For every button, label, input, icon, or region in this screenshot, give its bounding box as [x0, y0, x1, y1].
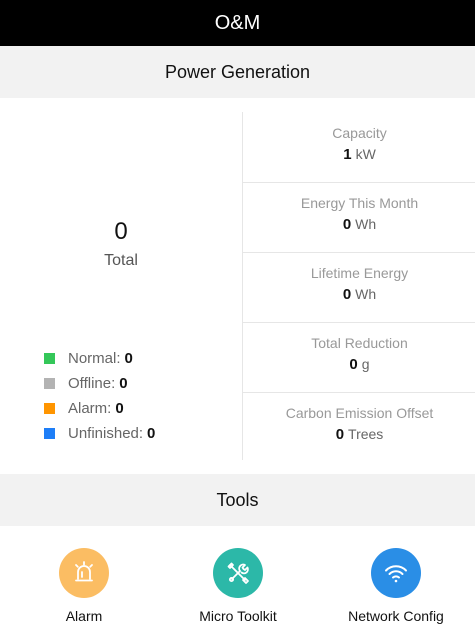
title-bar: O&M: [0, 0, 475, 46]
metric-value: 0: [349, 356, 358, 373]
metric-carbon-emission-offset: Carbon Emission Offset 0 Trees: [243, 392, 475, 462]
metric-value: 0: [335, 426, 345, 443]
legend-item-unfinished: Unfinished: 0: [44, 421, 155, 446]
legend-label: Unfinished:: [68, 425, 144, 442]
metric-label: Carbon Emission Offset: [285, 405, 434, 421]
tool-alarm[interactable]: Alarm: [14, 548, 154, 624]
total-count: 0: [114, 218, 128, 245]
metric-lifetime-energy: Lifetime Energy 0 Wh: [243, 252, 475, 323]
metric-value: 0: [342, 216, 352, 233]
normal-swatch: [44, 353, 55, 364]
tools-header: Tools: [0, 474, 475, 526]
metric-capacity: Capacity 1 kW: [243, 112, 475, 183]
tool-network-config[interactable]: Network Config: [326, 548, 466, 624]
power-generation-title: Power Generation: [164, 61, 311, 82]
wifi-icon[interactable]: [371, 548, 421, 598]
legend-value: 0: [124, 350, 133, 367]
tools-title: Tools: [216, 489, 259, 510]
power-generation-panel: 0 Total Normal: 0 Offline: 0 Alarm: 0 Un…: [0, 98, 475, 474]
metric-label: Total Reduction: [311, 335, 408, 351]
metric-value-row: 0 Wh: [243, 216, 475, 233]
metric-energy-this-month: Energy This Month 0 Wh: [243, 182, 475, 253]
metric-unit: kW: [355, 146, 376, 162]
legend-item-normal: Normal: 0: [44, 346, 155, 371]
legend-value: 0: [147, 425, 156, 442]
power-generation-header: Power Generation: [0, 46, 475, 98]
legend-label: Normal:: [68, 350, 121, 367]
metric-value-row: 1 kW: [243, 146, 475, 163]
offline-swatch: [44, 378, 55, 389]
tools-grid: Alarm Micro Toolkit Network Config: [0, 526, 475, 629]
metric-unit: Wh: [355, 286, 377, 302]
metric-value-row: 0 Wh: [243, 286, 475, 303]
legend-label: Offline:: [68, 375, 116, 392]
legend-value: 0: [119, 375, 128, 392]
alarm-siren-icon[interactable]: [59, 548, 109, 598]
metric-value: 1: [343, 146, 352, 163]
metric-label: Lifetime Energy: [310, 265, 409, 281]
tool-label: Network Config: [348, 608, 444, 624]
device-summary: 0 Total Normal: 0 Offline: 0 Alarm: 0 Un…: [0, 98, 242, 474]
legend-value: 0: [115, 400, 124, 417]
legend-item-alarm: Alarm: 0: [44, 396, 155, 421]
metric-unit: Trees: [348, 426, 384, 442]
metric-value-row: 0 Trees: [243, 426, 475, 443]
status-legend: Normal: 0 Offline: 0 Alarm: 0 Unfinished…: [44, 346, 155, 446]
alarm-swatch: [44, 403, 55, 414]
metric-label: Capacity: [332, 125, 387, 141]
tool-label: Micro Toolkit: [199, 608, 277, 624]
metric-total-reduction: Total Reduction 0g: [243, 322, 475, 393]
tool-label: Alarm: [65, 608, 103, 624]
tool-micro-toolkit[interactable]: Micro Toolkit: [168, 548, 308, 624]
total-label: Total: [104, 252, 138, 269]
metric-value-row: 0g: [243, 356, 475, 373]
om-screen: O&M Power Generation 0 Total Normal: 0 O…: [0, 0, 475, 629]
legend-item-offline: Offline: 0: [44, 371, 155, 396]
metric-unit: g: [361, 356, 370, 372]
metrics-list: Capacity 1 kW Energy This Month 0 Wh Lifet…: [242, 112, 475, 460]
unfinished-swatch: [44, 428, 55, 439]
toolkit-wrench-icon[interactable]: [213, 548, 263, 598]
page-title: O&M: [214, 11, 261, 34]
metric-unit: Wh: [355, 216, 377, 232]
metric-value: 0: [342, 286, 352, 303]
legend-label: Alarm:: [68, 400, 112, 417]
metric-label: Energy This Month: [300, 195, 419, 211]
